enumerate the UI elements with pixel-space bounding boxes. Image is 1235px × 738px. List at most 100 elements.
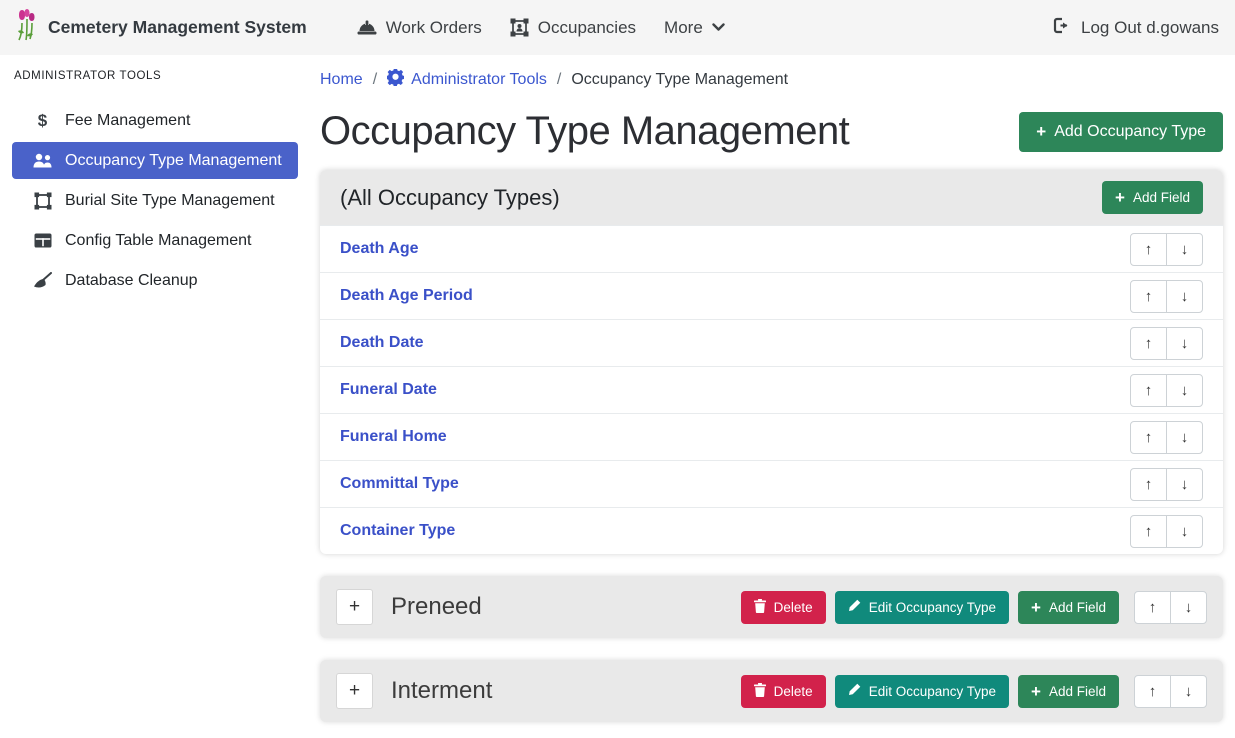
broom-icon — [29, 272, 56, 289]
reorder-controls: ↑ ↓ — [1134, 591, 1207, 624]
field-link-death-date[interactable]: Death Date — [340, 334, 424, 352]
move-down-button[interactable]: ↓ — [1166, 374, 1203, 407]
breadcrumb-separator: / — [557, 71, 561, 89]
move-down-button[interactable]: ↓ — [1166, 233, 1203, 266]
field-link-funeral-date[interactable]: Funeral Date — [340, 381, 437, 399]
delete-button[interactable]: Delete — [741, 591, 826, 624]
plus-icon: + — [1031, 683, 1041, 700]
add-field-button[interactable]: + Add Field — [1018, 675, 1119, 708]
field-row: Container Type ↑ ↓ — [320, 507, 1223, 554]
move-down-button[interactable]: ↓ — [1170, 591, 1207, 624]
logout-button[interactable]: Log Out d.gowans — [1053, 17, 1219, 39]
move-up-button[interactable]: ↑ — [1130, 327, 1167, 360]
plus-icon: + — [1036, 123, 1046, 140]
move-up-button[interactable]: ↑ — [1134, 675, 1171, 708]
move-down-button[interactable]: ↓ — [1166, 327, 1203, 360]
move-up-button[interactable]: ↑ — [1130, 468, 1167, 501]
all-occupancy-types-header: (All Occupancy Types) + Add Field — [320, 170, 1223, 225]
field-link-container-type[interactable]: Container Type — [340, 522, 455, 540]
card-title: (All Occupancy Types) — [340, 185, 560, 211]
main-content: Home / Administrator Tools / Occupancy T… — [310, 55, 1235, 738]
move-up-button[interactable]: ↑ — [1130, 515, 1167, 548]
edit-occupancy-type-button[interactable]: Edit Occupancy Type — [835, 675, 1009, 708]
move-down-button[interactable]: ↓ — [1166, 421, 1203, 454]
sidebar: ADMINISTRATOR TOOLS $ Fee Management Occ… — [0, 55, 310, 738]
breadcrumb-admin-tools-link[interactable]: Administrator Tools — [387, 69, 547, 91]
reorder-controls: ↑ ↓ — [1130, 374, 1203, 407]
gear-icon — [387, 69, 404, 91]
move-down-button[interactable]: ↓ — [1166, 468, 1203, 501]
sidebar-item-database-cleanup[interactable]: Database Cleanup — [12, 262, 298, 299]
move-up-button[interactable]: ↑ — [1130, 374, 1167, 407]
reorder-controls: ↑ ↓ — [1130, 233, 1203, 266]
move-up-button[interactable]: ↑ — [1134, 591, 1171, 624]
move-up-button[interactable]: ↑ — [1130, 233, 1167, 266]
pencil-icon — [848, 683, 861, 699]
add-occupancy-type-button[interactable]: + Add Occupancy Type — [1019, 112, 1223, 152]
add-field-button[interactable]: + Add Field — [1102, 181, 1203, 214]
reorder-controls: ↑ ↓ — [1134, 675, 1207, 708]
breadcrumb-current: Occupancy Type Management — [571, 71, 788, 89]
nav-more[interactable]: More — [664, 18, 725, 38]
sidebar-item-config-table-management[interactable]: Config Table Management — [12, 222, 298, 259]
expand-button[interactable]: + — [336, 673, 373, 709]
nav-occupancies[interactable]: Occupancies — [510, 18, 636, 38]
sidebar-item-occupancy-type-management[interactable]: Occupancy Type Management — [12, 142, 298, 179]
sidebar-item-fee-management[interactable]: $ Fee Management — [12, 102, 298, 139]
all-occupancy-types-card: (All Occupancy Types) + Add Field Death … — [320, 170, 1223, 554]
sidebar-item-label: Database Cleanup — [65, 272, 198, 290]
dollar-icon: $ — [29, 111, 56, 131]
sign-out-icon — [1053, 17, 1072, 39]
move-down-button[interactable]: ↓ — [1166, 280, 1203, 313]
app-title: Cemetery Management System — [48, 17, 307, 38]
app-brand[interactable]: Cemetery Management System — [16, 9, 307, 46]
delete-button[interactable]: Delete — [741, 675, 826, 708]
reorder-controls: ↑ ↓ — [1130, 515, 1203, 548]
sidebar-item-label: Config Table Management — [65, 232, 252, 250]
field-row: Funeral Home ↑ ↓ — [320, 413, 1223, 460]
breadcrumb: Home / Administrator Tools / Occupancy T… — [320, 69, 1223, 91]
top-navbar: Cemetery Management System Work Orders — [0, 0, 1235, 55]
move-up-button[interactable]: ↑ — [1130, 280, 1167, 313]
edit-occupancy-type-label: Edit Occupancy Type — [869, 600, 996, 615]
move-down-button[interactable]: ↓ — [1166, 515, 1203, 548]
field-link-funeral-home[interactable]: Funeral Home — [340, 428, 447, 446]
field-link-death-age[interactable]: Death Age — [340, 240, 419, 258]
section-actions: Delete Edit Occupancy Type + Add Field ↑ — [741, 591, 1207, 624]
portrait-frame-icon — [510, 18, 529, 37]
logout-label: Log Out d.gowans — [1081, 18, 1219, 38]
sidebar-item-label: Burial Site Type Management — [65, 192, 275, 210]
page-layout: ADMINISTRATOR TOOLS $ Fee Management Occ… — [0, 55, 1235, 738]
plus-icon: + — [1115, 189, 1125, 206]
section-actions: Delete Edit Occupancy Type + Add Field ↑ — [741, 675, 1207, 708]
expand-button[interactable]: + — [336, 589, 373, 625]
breadcrumb-separator: / — [373, 71, 377, 89]
delete-label: Delete — [774, 600, 813, 615]
add-field-label: Add Field — [1049, 684, 1106, 699]
hard-hat-icon — [357, 19, 377, 36]
occupancy-type-name: Interment — [391, 677, 741, 705]
edit-occupancy-type-label: Edit Occupancy Type — [869, 684, 996, 699]
occupancy-type-section-interment: + Interment Delete — [320, 660, 1223, 722]
flower-logo-icon — [16, 9, 38, 46]
breadcrumb-home-link[interactable]: Home — [320, 71, 363, 89]
occupancy-type-name: Preneed — [391, 593, 741, 621]
reorder-controls: ↑ ↓ — [1130, 468, 1203, 501]
add-field-label: Add Field — [1133, 190, 1190, 205]
move-up-button[interactable]: ↑ — [1130, 421, 1167, 454]
field-link-committal-type[interactable]: Committal Type — [340, 475, 459, 493]
move-down-button[interactable]: ↓ — [1170, 675, 1207, 708]
add-field-label: Add Field — [1049, 600, 1106, 615]
page-title: Occupancy Type Management — [320, 109, 849, 154]
nav-occupancies-label: Occupancies — [538, 18, 636, 38]
edit-occupancy-type-button[interactable]: Edit Occupancy Type — [835, 591, 1009, 624]
sidebar-item-label: Fee Management — [65, 112, 190, 130]
field-link-death-age-period[interactable]: Death Age Period — [340, 287, 473, 305]
reorder-controls: ↑ ↓ — [1130, 280, 1203, 313]
users-icon — [29, 153, 56, 168]
nav-work-orders[interactable]: Work Orders — [357, 18, 482, 38]
sidebar-item-burial-site-type-management[interactable]: Burial Site Type Management — [12, 182, 298, 219]
add-field-button[interactable]: + Add Field — [1018, 591, 1119, 624]
field-row: Death Date ↑ ↓ — [320, 319, 1223, 366]
field-row: Death Age ↑ ↓ — [320, 225, 1223, 272]
